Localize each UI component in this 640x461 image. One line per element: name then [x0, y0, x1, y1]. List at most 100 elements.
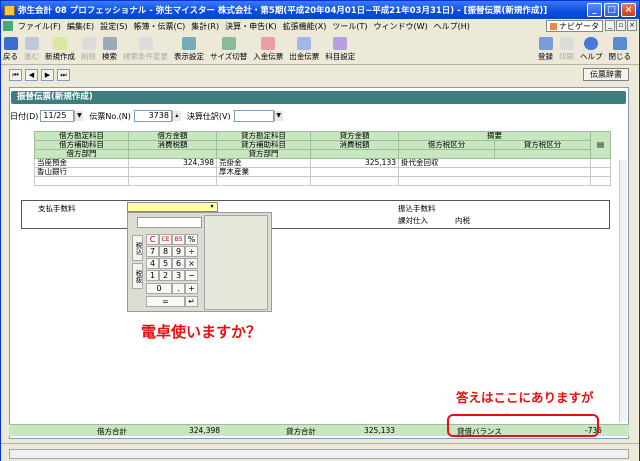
- close-button[interactable]: ×: [621, 3, 636, 17]
- first-record-button[interactable]: ⏮: [9, 69, 22, 81]
- display-settings-button[interactable]: 表示設定: [174, 37, 204, 62]
- calc-key-9[interactable]: 9: [172, 246, 185, 257]
- delete-button[interactable]: 削除: [81, 37, 96, 62]
- table-row[interactable]: 当座預金 324,398 売掛金 325,133 掛代金回収: [34, 158, 611, 168]
- entry-debit-tax[interactable]: [128, 167, 217, 177]
- date-field[interactable]: 11/25: [40, 110, 75, 122]
- active-debit-account[interactable]: 支払手数料: [38, 203, 76, 214]
- calc-key-0[interactable]: 0: [146, 283, 172, 294]
- title-bar[interactable]: 弥生会計 08 プロフェッショナル - 弥生マイスター 株式会社・第5期(平成2…: [1, 1, 639, 19]
- forward-button[interactable]: 進む: [24, 37, 39, 62]
- calc-key-ce[interactable]: CE: [159, 234, 172, 245]
- slip-dictionary-button[interactable]: 伝票辞書: [583, 68, 629, 81]
- calc-key-bs[interactable]: BS: [172, 234, 185, 245]
- header-memo-icon[interactable]: ▤: [590, 131, 611, 159]
- active-tax-type[interactable]: 内税: [455, 215, 470, 226]
- date-dropdown-icon[interactable]: ▼: [74, 111, 84, 121]
- entry-blank-e[interactable]: [398, 176, 591, 186]
- close-window-button[interactable]: 閉じる: [609, 37, 631, 62]
- account-settings-button[interactable]: 科目設定: [325, 37, 355, 62]
- register-button[interactable]: 登録: [538, 37, 553, 62]
- calc-key-7[interactable]: 7: [146, 246, 159, 257]
- entry-credit-sub[interactable]: 厚木産業: [216, 167, 311, 177]
- last-record-button[interactable]: ⏭: [57, 69, 70, 81]
- calc-key-equals[interactable]: =: [146, 296, 185, 307]
- search-button[interactable]: 検索: [102, 37, 117, 62]
- slip-no-field[interactable]: 3738: [133, 110, 172, 122]
- calc-key-1[interactable]: 1: [146, 270, 159, 281]
- calc-key-6[interactable]: 6: [172, 258, 185, 269]
- amount-input[interactable]: ▾: [127, 202, 218, 212]
- calc-key-4[interactable]: 4: [146, 258, 159, 269]
- header-credit-dept: 貸方部門: [216, 149, 311, 159]
- table-row[interactable]: [34, 176, 611, 186]
- deposit-slip-button[interactable]: 入金伝票: [253, 37, 283, 62]
- withdrawal-slip-button[interactable]: 出金伝票: [289, 37, 319, 62]
- maximize-button[interactable]: □: [604, 3, 619, 17]
- tax-included-key[interactable]: 税込: [132, 235, 143, 261]
- horizontal-scrollbar[interactable]: [9, 449, 629, 459]
- entry-debit-account[interactable]: 当座預金: [34, 158, 129, 168]
- next-record-button[interactable]: ▶: [41, 69, 54, 81]
- active-entry-row[interactable]: 支払手数料 振込手数料 課対仕入 内税: [21, 200, 610, 229]
- mdi-restore-button[interactable]: ▫: [616, 20, 626, 31]
- minimize-button[interactable]: _: [587, 3, 602, 17]
- tax-excluded-key[interactable]: 税抜: [132, 263, 143, 289]
- header-debit-tax-cat: 借方税区分: [398, 140, 495, 150]
- prev-record-button[interactable]: ◀: [25, 69, 38, 81]
- header-debit-tax: 消費税額: [128, 140, 217, 150]
- resize-button[interactable]: サイズ切替: [210, 37, 247, 62]
- calculator-dropdown-icon[interactable]: ▾: [207, 203, 217, 211]
- search-options-button[interactable]: 検索条件変更: [123, 37, 168, 62]
- menu-ledger[interactable]: 帳簿・伝票(C): [130, 21, 188, 32]
- calc-key-multiply[interactable]: ×: [185, 258, 198, 269]
- menu-extensions[interactable]: 拡張機能(X): [280, 21, 330, 32]
- entry-blank-a[interactable]: [34, 176, 129, 186]
- settlement-field[interactable]: [233, 110, 274, 122]
- new-button[interactable]: 新規作成: [45, 37, 75, 62]
- calc-key-2[interactable]: 2: [159, 270, 172, 281]
- menu-edit[interactable]: 編集(E): [64, 21, 97, 32]
- mdi-minimize-button[interactable]: _: [605, 20, 615, 31]
- menu-settings[interactable]: 設定(S): [97, 21, 130, 32]
- calc-key-percent[interactable]: %: [185, 234, 198, 245]
- menu-tools[interactable]: ツール(T): [329, 21, 370, 32]
- navigator-button[interactable]: ナビゲータ: [546, 20, 603, 32]
- mdi-close-button[interactable]: ×: [627, 20, 637, 31]
- table-row[interactable]: 香山銀行 厚木産業: [34, 167, 611, 177]
- entry-blank-c[interactable]: [216, 176, 311, 186]
- entry-credit-tax[interactable]: [310, 167, 399, 177]
- calc-key-5[interactable]: 5: [159, 258, 172, 269]
- entry-debit-sub[interactable]: 香山銀行: [34, 167, 129, 177]
- entry-memo-2[interactable]: [398, 167, 591, 177]
- entry-blank-d[interactable]: [310, 176, 399, 186]
- calc-key-8[interactable]: 8: [159, 246, 172, 257]
- calc-key-divide[interactable]: ÷: [185, 246, 198, 257]
- entry-credit-amount[interactable]: 325,133: [310, 158, 399, 168]
- menu-summary[interactable]: 集計(R): [188, 21, 222, 32]
- calc-key-minus[interactable]: −: [185, 270, 198, 281]
- slip-no-spinner-icon[interactable]: ▴: [171, 111, 181, 121]
- menu-closing[interactable]: 決算・申告(K): [222, 21, 280, 32]
- header-blank-3: [398, 149, 495, 159]
- print-button[interactable]: 印刷: [559, 37, 574, 62]
- calc-key-dot[interactable]: .: [172, 283, 185, 294]
- menu-help[interactable]: ヘルプ(H): [431, 21, 473, 32]
- active-memo[interactable]: 振込手数料: [398, 203, 436, 214]
- entry-memo[interactable]: 掛代金回収: [398, 158, 591, 168]
- help-button[interactable]: ヘルプ: [580, 37, 603, 62]
- calc-key-enter[interactable]: ↵: [185, 296, 198, 307]
- entry-debit-amount[interactable]: 324,398: [128, 158, 217, 168]
- entry-blank-b[interactable]: [128, 176, 217, 186]
- settlement-dropdown-icon[interactable]: ▼: [273, 111, 283, 121]
- entry-credit-account[interactable]: 売掛金: [216, 158, 311, 168]
- menu-window[interactable]: ウィンドウ(W): [370, 21, 430, 32]
- calc-key-c[interactable]: C: [146, 234, 159, 245]
- active-tax-category[interactable]: 課対仕入: [398, 215, 428, 226]
- back-button[interactable]: 戻る: [3, 37, 18, 62]
- menu-file[interactable]: ファイル(F): [15, 21, 64, 32]
- calc-key-plus[interactable]: +: [185, 283, 198, 294]
- vertical-scrollbar[interactable]: [619, 160, 627, 422]
- resize-label: サイズ切替: [210, 52, 248, 61]
- calc-key-3[interactable]: 3: [172, 270, 185, 281]
